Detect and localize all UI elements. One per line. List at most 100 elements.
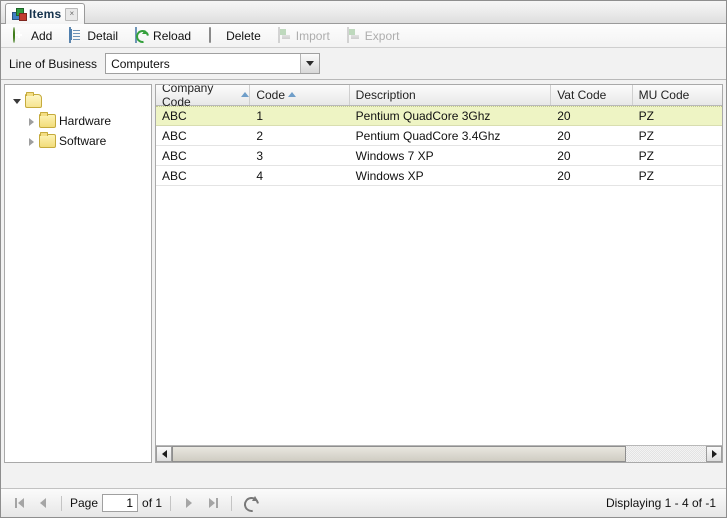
- category-tree-panel: Hardware Software: [4, 84, 152, 463]
- first-page-icon: [14, 498, 17, 508]
- previous-page-icon: [40, 498, 46, 508]
- divider: [170, 495, 172, 511]
- page-number-input[interactable]: 1: [102, 494, 139, 512]
- page-total-label: of 1: [142, 496, 163, 510]
- table-row[interactable]: ABC 4 Windows XP 20 PZ: [156, 166, 722, 186]
- column-header-vat-code[interactable]: Vat Code: [551, 85, 633, 105]
- first-page-button[interactable]: [9, 493, 29, 513]
- cell-company-code: ABC: [162, 148, 187, 163]
- chevron-right-icon[interactable]: [27, 117, 36, 126]
- delete-button-label: Delete: [226, 28, 261, 43]
- column-header-mu-code[interactable]: MU Code: [633, 85, 722, 105]
- line-of-business-value: Computers: [111, 56, 170, 71]
- export-button: Export: [339, 25, 407, 47]
- folder-icon: [39, 112, 56, 128]
- cell-mu-code: PZ: [638, 148, 654, 163]
- export-button-label: Export: [364, 28, 400, 43]
- column-header-company-code[interactable]: Company Code: [156, 85, 251, 109]
- column-header-mu-code-label: MU Code: [638, 88, 690, 102]
- arrow-right-icon: [711, 450, 717, 458]
- refresh-button[interactable]: [240, 493, 260, 513]
- last-page-button[interactable]: [203, 493, 223, 513]
- detail-button-label: Detail: [87, 28, 119, 43]
- tree-node-hardware[interactable]: Hardware: [5, 111, 151, 131]
- cell-company-code: ABC: [162, 109, 187, 123]
- cell-company-code: ABC: [162, 168, 187, 183]
- delete-icon: [207, 27, 222, 43]
- chevron-down-icon[interactable]: [300, 54, 320, 73]
- cell-vat-code: 20: [557, 148, 571, 163]
- pagination-status: Displaying 1 - 4 of -1: [605, 496, 716, 510]
- column-header-vat-code-label: Vat Code: [557, 88, 607, 102]
- grid-header-row: Company Code Code Description Vat Code M…: [156, 85, 722, 109]
- reload-button-label: Reload: [153, 28, 192, 43]
- tab-title: Items: [29, 7, 62, 21]
- cell-description: Windows 7 XP: [355, 148, 434, 163]
- scroll-left-button[interactable]: [156, 446, 172, 462]
- last-page-icon: [208, 498, 215, 508]
- add-icon: [12, 27, 27, 43]
- chevron-right-icon[interactable]: [27, 137, 36, 146]
- folder-icon: [39, 132, 56, 148]
- tree-node-hardware-label: Hardware: [59, 114, 112, 128]
- sort-ascending-icon: [241, 92, 250, 97]
- table-row[interactable]: ABC 2 Pentium QuadCore 3.4Ghz 20 PZ: [156, 126, 722, 146]
- cell-code: 2: [256, 128, 264, 143]
- tree-node-software[interactable]: Software: [5, 131, 151, 151]
- pagination-bar: Page 1 of 1 Displaying 1 - 4 of -1: [1, 488, 726, 517]
- reload-icon: [134, 27, 149, 43]
- sort-ascending-icon: [288, 92, 297, 97]
- next-page-button[interactable]: [179, 493, 199, 513]
- table-row[interactable]: ABC 1 Pentium QuadCore 3Ghz 20 PZ: [156, 106, 722, 126]
- cell-vat-code: 20: [557, 128, 571, 143]
- cell-vat-code: 20: [557, 168, 571, 183]
- toolbar: Add Detail Reload Delete Import Export: [1, 24, 726, 48]
- column-header-code-label: Code: [256, 88, 286, 102]
- tree-node-root[interactable]: [5, 91, 151, 111]
- cell-description: Pentium QuadCore 3.4Ghz: [355, 128, 501, 143]
- delete-button[interactable]: Delete: [200, 25, 268, 47]
- export-icon: [346, 27, 361, 43]
- table-row[interactable]: ABC 3 Windows 7 XP 20 PZ: [156, 146, 722, 166]
- scroll-right-button[interactable]: [706, 446, 722, 462]
- cell-company-code: ABC: [162, 128, 187, 143]
- divider: [231, 495, 233, 511]
- column-header-code[interactable]: Code: [250, 85, 350, 105]
- cell-mu-code: PZ: [638, 168, 654, 183]
- cell-code: 3: [256, 148, 264, 163]
- add-button[interactable]: Add: [5, 25, 59, 47]
- line-of-business-combobox[interactable]: Computers: [105, 53, 321, 74]
- items-icon: [12, 7, 27, 21]
- line-of-business-label: Line of Business: [9, 56, 98, 71]
- scrollbar-thumb[interactable]: [172, 446, 626, 462]
- divider: [61, 495, 62, 511]
- content-area: Hardware Software Company Code Code Desc…: [1, 80, 726, 465]
- next-page-icon: [186, 498, 193, 508]
- import-icon: [277, 27, 292, 43]
- tree-node-software-label: Software: [59, 134, 107, 148]
- scrollbar-track[interactable]: [172, 446, 706, 462]
- cell-code: 4: [256, 168, 264, 183]
- close-icon[interactable]: ×: [65, 7, 79, 21]
- import-button-label: Import: [295, 28, 330, 43]
- reload-button[interactable]: Reload: [127, 25, 198, 47]
- folder-icon: [25, 92, 42, 108]
- items-grid-panel: Company Code Code Description Vat Code M…: [155, 84, 723, 463]
- application-window: Items × Add Detail Reload Delete Import …: [0, 0, 727, 518]
- previous-page-button[interactable]: [33, 493, 53, 513]
- cell-mu-code: PZ: [638, 128, 654, 143]
- column-header-description[interactable]: Description: [350, 85, 552, 105]
- grid-rows: ABC 1 Pentium QuadCore 3Ghz 20 PZ ABC 2 …: [156, 106, 722, 445]
- chevron-down-icon[interactable]: [13, 97, 22, 106]
- cell-description: Pentium QuadCore 3Ghz: [355, 109, 491, 123]
- tab-items[interactable]: Items ×: [5, 3, 86, 24]
- add-button-label: Add: [31, 28, 53, 43]
- detail-icon: [68, 27, 83, 43]
- detail-button[interactable]: Detail: [61, 25, 125, 47]
- tab-bar: Items ×: [1, 1, 726, 24]
- cell-mu-code: PZ: [638, 109, 654, 123]
- import-button: Import: [270, 25, 337, 47]
- filter-bar: Line of Business Computers: [1, 48, 726, 80]
- horizontal-scrollbar[interactable]: [156, 445, 722, 462]
- cell-vat-code: 20: [557, 109, 571, 123]
